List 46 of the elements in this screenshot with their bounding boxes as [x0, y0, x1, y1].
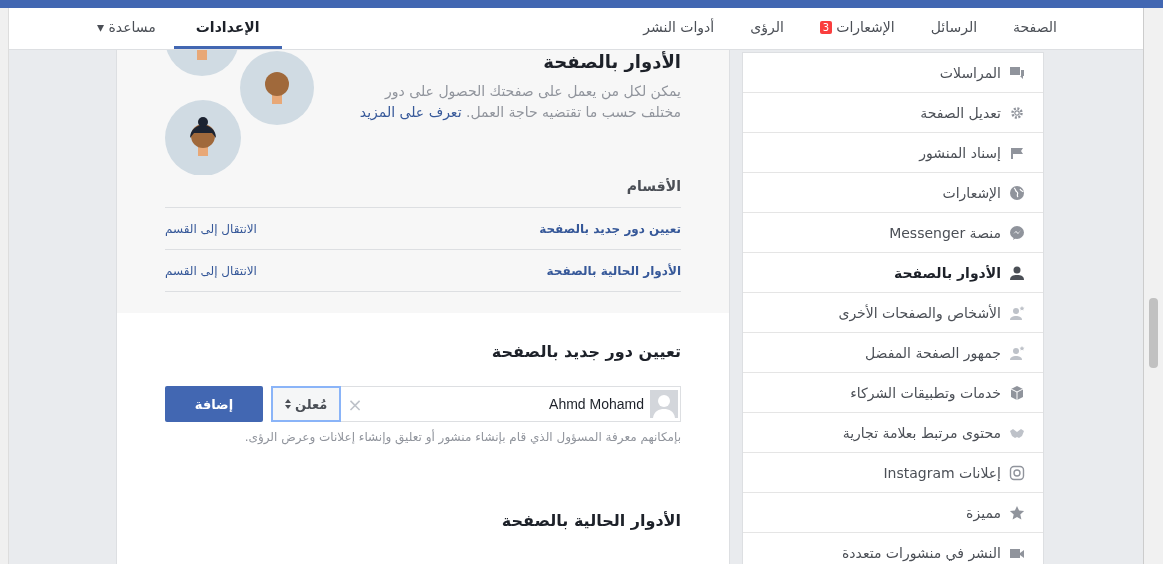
sections-heading: الأقسام [165, 175, 681, 208]
nav-tab[interactable]: الصفحة [995, 8, 1075, 49]
section-heading: الأدوار الحالية بالصفحة [500, 510, 681, 532]
section-link[interactable]: تعيين دور جديد بالصفحة [539, 221, 681, 236]
hint-text: بإمكانهم معرفة المسؤول الذي قام بإنشاء منشور أو تعليق وإنشاء إعلانات وعرض الرؤى. [243, 430, 681, 444]
section-heading: تعيين دور جديد بالصفحة [490, 341, 681, 363]
go-to-section-link[interactable]: الانتقال إلى القسم [165, 221, 257, 236]
globe-icon [1009, 184, 1025, 201]
sidebar-item[interactable]: إسناد المنشور [743, 133, 1043, 173]
nav-tab[interactable]: الرسائل [912, 8, 996, 49]
nav-tab[interactable]: الرؤى [732, 8, 802, 49]
instagram-icon [1009, 464, 1025, 481]
settings-icon [1009, 104, 1025, 121]
sidebar-item[interactable]: الأشخاص والصفحات الأخرى [743, 293, 1043, 333]
help-menu[interactable]: مساعدة ▾ [79, 8, 174, 49]
chat-bubble-icon [1009, 224, 1025, 241]
section-link[interactable]: الأدوار الحالية بالصفحة [546, 263, 681, 278]
sidebar-item[interactable]: المراسلات [743, 53, 1043, 93]
go-to-section-link[interactable]: الانتقال إلى القسم [165, 263, 257, 278]
person-star-icon [1009, 304, 1025, 321]
sidebar-item[interactable]: منصة Messenger [743, 213, 1043, 253]
cube-icon [1009, 384, 1025, 401]
scrollbar-thumb[interactable] [1149, 298, 1158, 368]
sidebar-item[interactable]: الأدوار بالصفحة [743, 253, 1043, 293]
description: يمكن لكل من يعمل على صفحتك الحصول على دور مختلف حسب ما تقتضيه حاجة العمل. تعرف على المزيد [358, 82, 681, 123]
section-title: الأدوار بالصفحة [542, 51, 681, 73]
scrollbar[interactable] [1143, 8, 1163, 564]
learn-more-link[interactable]: تعرف على المزيد [359, 104, 462, 120]
nav-tab[interactable]: أدوات النشر [625, 8, 733, 49]
sidebar-item[interactable]: مميزة [743, 493, 1043, 533]
star-icon [1009, 504, 1025, 521]
sidebar-item[interactable]: جمهور الصفحة المفضل [743, 333, 1043, 373]
sidebar-item[interactable]: النشر في منشورات متعددة [743, 533, 1043, 564]
sidebar-item[interactable]: إعلانات Instagram [743, 453, 1043, 493]
person-star-icon [1009, 344, 1025, 361]
sidebar-item[interactable]: خدمات وتطبيقات الشركاء [743, 373, 1043, 413]
notification-badge: 3 [819, 20, 833, 34]
sidebar-item[interactable]: تعديل الصفحة [743, 93, 1043, 133]
sidebar-item[interactable]: الإشعارات [743, 173, 1043, 213]
sidebar-item[interactable]: محتوى مرتبط بعلامة تجارية [743, 413, 1043, 453]
person-icon [1009, 264, 1025, 281]
add-button[interactable]: إضافة [165, 386, 263, 422]
chat-icon [1009, 64, 1025, 81]
sort-icon [285, 399, 291, 409]
role-select[interactable]: مُعلن [271, 386, 342, 422]
name-field[interactable]: Ahmd Mohamd × [340, 386, 681, 422]
